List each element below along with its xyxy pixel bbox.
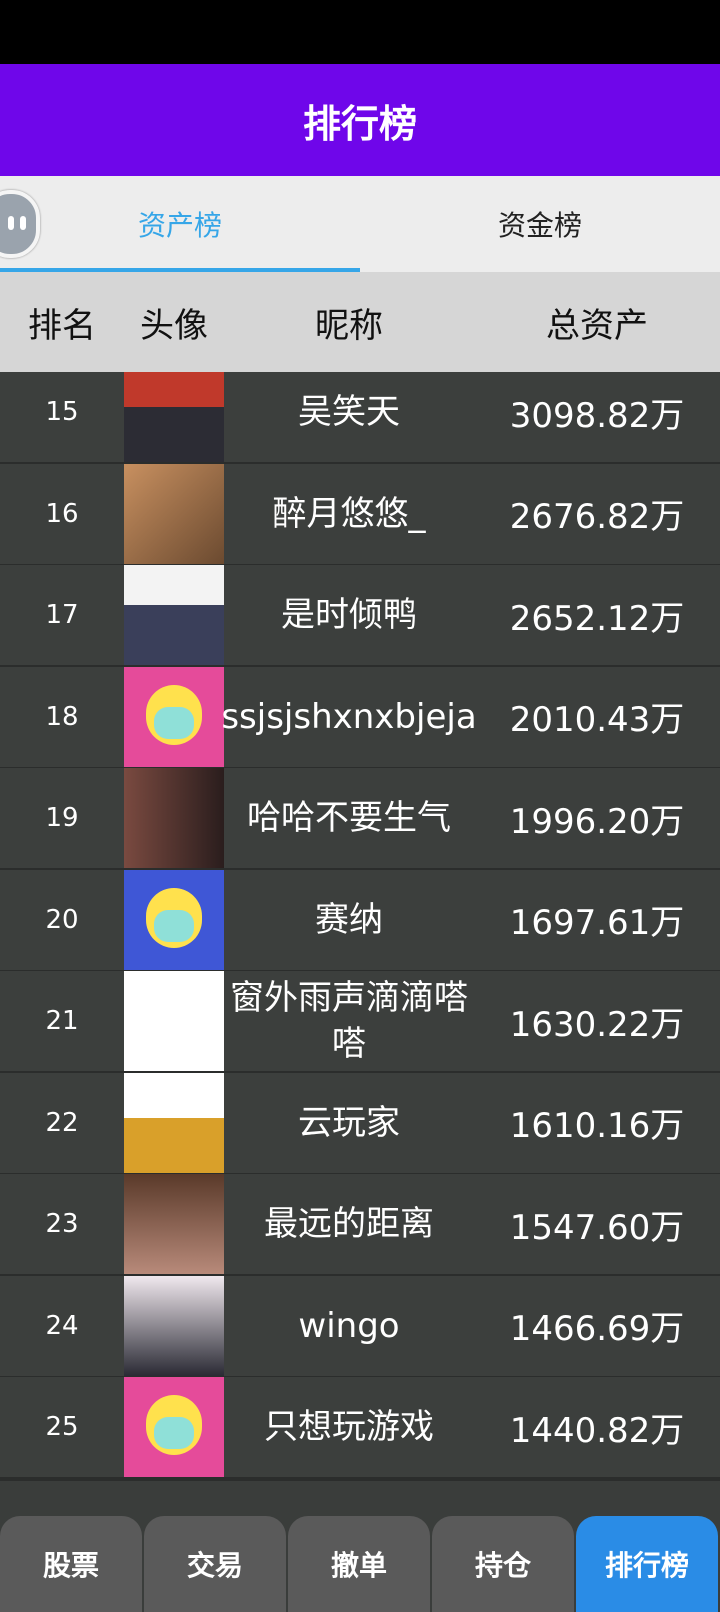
column-header-rank: 排名: [28, 305, 96, 346]
total-assets-value: 2010.43万: [509, 700, 685, 740]
total-assets-value: 3098.82万: [509, 395, 685, 436]
column-header-total-assets: 总资产: [546, 305, 648, 346]
table-header: 排名 头像 昵称 总资产: [0, 272, 720, 372]
avatar[interactable]: [124, 768, 224, 868]
rank-number: 24: [45, 1310, 79, 1341]
player-nickname: ssjsjshxnxbjeja: [221, 696, 477, 737]
table-row[interactable]: 21 窗外雨声滴滴嗒嗒 1630.22万: [0, 971, 720, 1075]
rank-number: 25: [45, 1412, 79, 1442]
cartoon-face-inner-icon: [154, 1417, 194, 1449]
avatar-cell: [124, 666, 224, 767]
cartoon-face-inner-icon: [154, 706, 194, 739]
total-assets-value: 1466.69万: [509, 1309, 685, 1349]
ranking-list[interactable]: 15 吴笑天 3098.82万 16 醉月悠悠_ 2676.82万 17 是时倾鸭 2652.1…: [0, 372, 720, 1482]
table-row[interactable]: 25 只想玩游戏 1440.82万: [0, 1377, 720, 1481]
avatar[interactable]: [124, 463, 224, 564]
table-row[interactable]: 17 是时倾鸭 2652.12万: [0, 565, 720, 669]
avatar[interactable]: [124, 971, 224, 1071]
rank-number: 20: [45, 904, 79, 935]
table-row[interactable]: 16 醉月悠悠_ 2676.82万: [0, 463, 720, 568]
status-bar: [0, 0, 720, 64]
bubble-eye-left: [8, 216, 14, 230]
avatar-cell: [124, 565, 224, 665]
total-assets-value: 2676.82万: [509, 497, 685, 537]
total-assets-value: 1440.82万: [509, 1410, 685, 1451]
avatar[interactable]: [124, 1072, 224, 1173]
avatar-cell: [124, 1377, 224, 1477]
avatar[interactable]: [124, 1275, 224, 1376]
player-nickname: 云玩家: [298, 1102, 400, 1143]
avatar-cell: [124, 372, 224, 462]
nav-trade-button[interactable]: 交易: [144, 1516, 286, 1612]
player-nickname: 是时倾鸭: [281, 595, 417, 635]
player-nickname: 只想玩游戏: [264, 1407, 434, 1447]
player-nickname: 醉月悠悠_: [272, 493, 426, 534]
player-nickname: 哈哈不要生气: [247, 798, 451, 838]
column-header-avatar: 头像: [140, 305, 208, 346]
tab-fund-ranking[interactable]: 资金榜: [360, 176, 720, 272]
player-nickname: wingo: [298, 1305, 400, 1346]
avatar[interactable]: [124, 1377, 224, 1477]
avatar[interactable]: [124, 869, 224, 970]
table-row[interactable]: 20 赛纳 1697.61万: [0, 869, 720, 974]
column-header-nickname: 昵称: [315, 305, 383, 346]
avatar[interactable]: [124, 565, 224, 665]
nav-cancel-order-button[interactable]: 撤单: [288, 1516, 430, 1612]
bottom-nav: 股票 交易 撤单 持仓 排行榜: [0, 1482, 720, 1612]
rank-number: 18: [45, 701, 79, 732]
nav-ranking-button[interactable]: 排行榜: [576, 1516, 718, 1612]
cartoon-face-inner-icon: [154, 909, 194, 942]
avatar-cell: [124, 1072, 224, 1173]
tab-asset-ranking[interactable]: 资产榜: [0, 176, 360, 272]
row-divider: [0, 1477, 720, 1481]
table-row[interactable]: 22 云玩家 1610.16万: [0, 1072, 720, 1177]
rank-number: 21: [45, 1006, 79, 1036]
total-assets-value: 1610.16万: [509, 1106, 685, 1146]
avatar[interactable]: [124, 372, 224, 462]
rank-number: 23: [45, 1209, 79, 1239]
total-assets-value: 1996.20万: [509, 801, 685, 842]
nav-holdings-button[interactable]: 持仓: [432, 1516, 574, 1612]
rank-number: 15: [45, 397, 79, 427]
total-assets-value: 1630.22万: [509, 1004, 685, 1045]
nav-stocks-button[interactable]: 股票: [0, 1516, 142, 1612]
rank-number: 17: [45, 600, 79, 630]
table-row[interactable]: 23 最远的距离 1547.60万: [0, 1174, 720, 1278]
total-assets-value: 1697.61万: [509, 903, 685, 943]
tab-fund-ranking-label: 资金榜: [497, 209, 582, 242]
bubble-eye-right: [20, 216, 26, 230]
total-assets-value: 2652.12万: [509, 598, 685, 639]
avatar-cell: [124, 1275, 224, 1376]
player-nickname: 最远的距离: [264, 1204, 434, 1244]
rank-number: 19: [45, 803, 79, 833]
avatar-cell: [124, 971, 224, 1071]
player-nickname: 窗外雨声滴滴嗒嗒: [230, 978, 468, 1064]
avatar-cell: [124, 768, 224, 868]
table-row[interactable]: 19 哈哈不要生气 1996.20万: [0, 768, 720, 872]
table-row[interactable]: 15 吴笑天 3098.82万: [0, 372, 720, 466]
avatar-cell: [124, 1174, 224, 1274]
player-nickname: 赛纳: [315, 899, 383, 940]
player-nickname: 吴笑天: [298, 392, 400, 432]
page-title: 排行榜: [0, 64, 720, 176]
table-row[interactable]: 18 ssjsjshxnxbjeja 2010.43万: [0, 666, 720, 771]
avatar[interactable]: [124, 666, 224, 767]
rank-number: 22: [45, 1107, 79, 1138]
avatar-cell: [124, 463, 224, 564]
total-assets-value: 1547.60万: [509, 1207, 685, 1248]
tab-bar: 资产榜 资金榜: [0, 176, 720, 272]
tab-asset-ranking-label: 资产榜: [137, 209, 222, 242]
table-row[interactable]: 24 wingo 1466.69万: [0, 1275, 720, 1380]
avatar[interactable]: [124, 1174, 224, 1274]
avatar-cell: [124, 869, 224, 970]
rank-number: 16: [45, 498, 79, 529]
